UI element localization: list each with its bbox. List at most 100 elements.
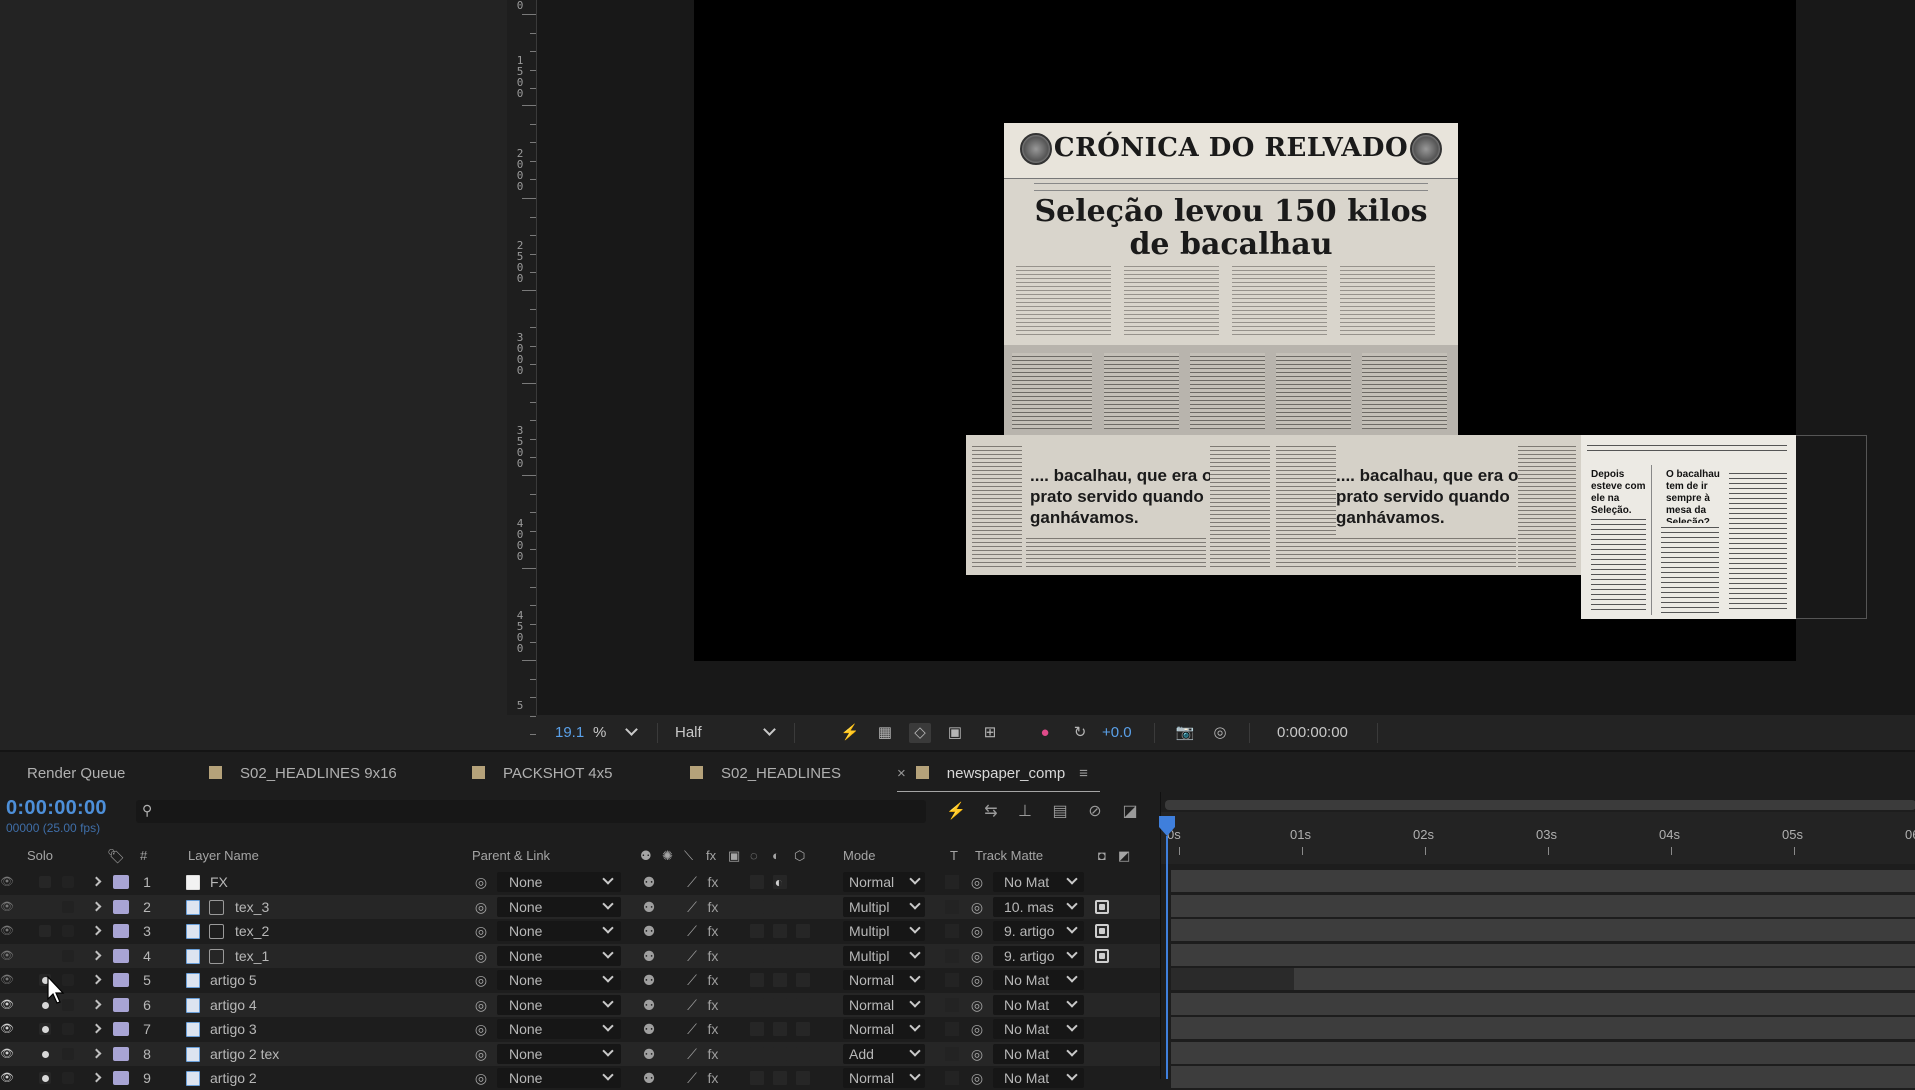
time-ruler[interactable]: 0s01s02s03s04s05s06 [1161,812,1915,864]
blend-mode-dropdown[interactable]: Normal [843,1019,925,1039]
blend-mode-dropdown[interactable]: Normal [843,1068,925,1088]
switch-box[interactable] [773,1022,787,1036]
visibility-eye-icon[interactable]: 👁 [0,900,14,914]
layer-row[interactable]: 👁 3 tex_2 ◎ None ⚉ ⟋ fx Multipl ◎ 9. artigo [0,919,1160,943]
mask-visibility-icon[interactable]: ◇ [909,723,931,743]
quality-switch-icon[interactable]: ⟋ [683,947,701,965]
tab-packshot-4x5[interactable]: PACKSHOT 4x5 [472,764,612,784]
transparency-grid-icon[interactable]: ▦ [874,723,896,743]
switch-box[interactable] [773,997,787,1012]
quality-switch-icon[interactable]: ⟋ [683,1045,701,1063]
layer-duration-bar[interactable] [1171,870,1915,892]
frame-blending-icon[interactable]: ⊥ [1014,801,1036,823]
effects-switch-icon[interactable]: fx [704,947,722,965]
layer-row[interactable]: 👁 6 artigo 4 ◎ None ⚉ ⟋ fx Normal ◎ No Mat [0,992,1160,1017]
matte-alpha-toggle[interactable] [1095,924,1109,938]
visibility-eye-icon[interactable]: 👁 [0,973,14,987]
twirl-down-chevron-icon[interactable] [91,974,102,985]
parent-dropdown[interactable]: None [497,1043,621,1064]
track-matte-dropdown[interactable]: 9. artigo [993,945,1084,966]
parent-dropdown[interactable]: None [497,1068,621,1088]
switch-box[interactable] [773,899,787,914]
preserve-transparency-toggle[interactable] [945,948,959,963]
grid-guides-icon[interactable]: ⊞ [979,723,1001,743]
label-tag-icon[interactable]: 🏷 [107,848,125,864]
blend-mode-dropdown[interactable]: Normal [843,994,925,1015]
switch-box[interactable] [750,875,764,889]
effects-switch-icon[interactable]: fx [704,898,722,916]
quality-switch-icon[interactable]: ⟋ [683,996,701,1014]
switch-box[interactable] [750,997,764,1012]
shy-switch-icon[interactable]: ⚉ [640,898,658,916]
switch-box[interactable] [750,1022,764,1036]
pickwhip-icon[interactable]: ◎ [472,1020,490,1038]
track-matte-dropdown[interactable]: No Mat [993,1043,1084,1064]
pickwhip-icon[interactable]: ◎ [472,873,490,891]
pickwhip-icon[interactable]: ◎ [472,971,490,989]
track-matte-dropdown[interactable]: 9. artigo [993,921,1084,941]
track-matte-dropdown[interactable]: No Mat [993,994,1084,1015]
visibility-eye-icon[interactable]: 👁 [0,949,14,963]
shy-switch-icon[interactable]: ⚉ [640,1045,658,1063]
visibility-eye-icon[interactable]: 👁 [0,998,14,1012]
twirl-down-chevron-icon[interactable] [91,999,102,1009]
layer-name[interactable]: tex_2 [235,923,269,939]
layer-name[interactable]: artigo 5 [210,972,257,988]
panel-menu-icon[interactable]: ≡ [1079,765,1088,782]
matte-pickwhip-icon[interactable]: ◎ [968,1045,986,1063]
shy-switch-icon[interactable]: ⚉ [640,873,658,891]
matte-pickwhip-icon[interactable]: ◎ [968,922,986,940]
lock-toggle[interactable] [62,949,74,962]
layer-duration-bar[interactable] [1171,992,1915,1015]
show-snapshot-icon[interactable]: ◎ [1209,723,1231,743]
region-of-interest-icon[interactable]: ▣ [944,723,966,743]
lock-toggle[interactable] [62,900,74,913]
switch-box[interactable] [750,1046,764,1061]
zoom-value[interactable]: 19.1 [555,725,584,741]
layer-duration-bar[interactable] [1171,1017,1915,1039]
parent-dropdown[interactable]: None [497,921,621,941]
preserve-transparency-toggle[interactable] [945,997,959,1012]
matte-pickwhip-icon[interactable]: ◎ [968,947,986,965]
switch-box[interactable] [796,1071,810,1085]
switch-box[interactable] [773,924,787,938]
effects-switch-icon[interactable]: fx [704,971,722,989]
switch-box[interactable] [750,973,764,987]
newspaper-article-row[interactable]: .... bacalhau, que era o prato servido q… [966,435,1581,575]
twirl-down-chevron-icon[interactable] [91,901,102,911]
quality-switch-icon[interactable]: ⟋ [683,971,701,989]
layer-duration-bar[interactable] [1171,1041,1915,1064]
pickwhip-icon[interactable]: ◎ [472,898,490,916]
layer-name[interactable]: tex_3 [235,899,269,915]
current-time-indicator[interactable] [1166,836,1168,1079]
matte-pickwhip-icon[interactable]: ◎ [968,971,986,989]
blend-mode-dropdown[interactable]: Multipl [843,945,925,966]
preserve-transparency-toggle[interactable] [945,1046,959,1061]
switch-box[interactable] [796,924,810,938]
twirl-down-chevron-icon[interactable] [91,950,102,960]
quality-switch-icon[interactable]: ⟋ [683,898,701,916]
layer-duration-bar[interactable] [1171,919,1915,941]
layer-row[interactable]: 👁 9 artigo 2 ◎ None ⚉ ⟋ fx Normal ◎ No Mat [0,1066,1160,1090]
effects-switch-icon[interactable]: fx [704,873,722,891]
pickwhip-icon[interactable]: ◎ [472,996,490,1014]
header-layer-name[interactable]: Layer Name [188,848,259,864]
pickwhip-icon[interactable]: ◎ [472,947,490,965]
switch-box[interactable] [750,924,764,938]
preserve-transparency-toggle[interactable] [945,875,959,889]
solo-toggle[interactable] [39,876,51,888]
twirl-down-chevron-icon[interactable] [91,1072,102,1083]
lock-toggle[interactable] [62,876,74,888]
preserve-transparency-toggle[interactable] [945,1022,959,1036]
layer-label-color[interactable] [113,1022,129,1036]
show-channel-icon[interactable]: ● [1034,723,1056,743]
quality-switch-icon[interactable]: ⟋ [683,1020,701,1038]
visibility-eye-icon[interactable]: 👁 [0,1071,14,1085]
twirl-down-chevron-icon[interactable] [91,925,102,936]
matte-alpha-toggle[interactable] [1095,948,1109,963]
solo-toggle[interactable] [39,900,51,913]
parent-dropdown[interactable]: None [497,945,621,966]
quality-switch-icon[interactable]: ⟋ [683,922,701,940]
motion-blur-icon[interactable]: ▤ [1049,801,1071,823]
time-graph-panel[interactable]: 0s01s02s03s04s05s06 [1159,792,1915,1088]
